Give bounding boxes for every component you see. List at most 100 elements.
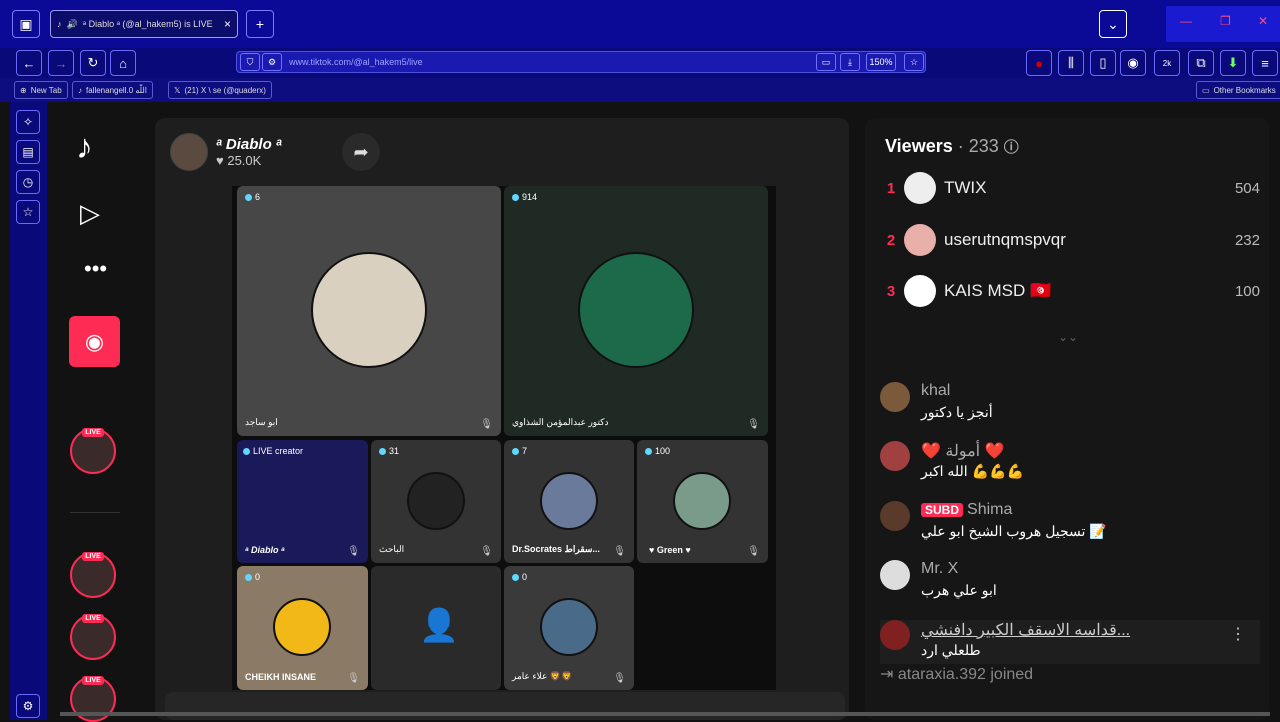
x-logo-icon: 𝕏 <box>174 85 181 95</box>
site-settings-icon[interactable]: ⚙ <box>262 53 282 71</box>
viewer-count: 0 <box>512 572 527 582</box>
maximize-icon[interactable]: ❐ <box>1220 14 1231 28</box>
guest-avatar <box>540 472 598 530</box>
chat-avatar <box>880 560 910 590</box>
expand-chevron-icon[interactable]: ⌄⌄ <box>1058 330 1078 344</box>
mic-muted-icon: 🎙 <box>747 546 760 557</box>
guest-cell-5[interactable]: 7 Dr.Socrates سقراط... 🎙 <box>504 440 634 563</box>
viewer-name: userutnqmspvqr <box>944 230 1066 249</box>
guest-cell-7[interactable]: 0 CHEIKH INSANE 🎙 <box>237 566 368 690</box>
guest-name: CHEIKH INSANE <box>245 672 317 682</box>
viewer-score: 232 <box>1234 231 1260 249</box>
guest-cell-empty[interactable]: 👤 <box>371 566 501 690</box>
guest-name: الباحث <box>379 544 405 554</box>
help-icon[interactable]: ⓘ <box>1004 139 1019 156</box>
settings-gear-icon[interactable]: ⚙ <box>16 694 40 718</box>
bookmark-x[interactable]: 𝕏 (21) X \ se (@quaderx) <box>168 81 272 99</box>
guest-avatar <box>407 472 465 530</box>
library-icon[interactable]: ⫼ <box>1058 50 1084 76</box>
close-tab-icon[interactable]: × <box>224 17 231 31</box>
zoom-level[interactable]: 150% <box>866 53 896 71</box>
more-icon[interactable]: ••• <box>84 256 107 282</box>
new-tab-button[interactable]: + <box>246 10 274 38</box>
reload-icon[interactable]: ↻ <box>80 50 106 76</box>
viewer-count: 0 <box>245 572 260 582</box>
picture-in-picture-icon[interactable]: ▭ <box>816 53 836 71</box>
folder-icon: ▭ <box>1202 85 1210 95</box>
host-avatar[interactable] <box>170 133 208 171</box>
guest-cell-3[interactable]: LIVE creator ᵃ Diablo ᵃ 🎙 <box>237 440 368 563</box>
viewer-rank: 3 <box>886 282 896 300</box>
viewer-avatar <box>904 172 936 204</box>
sidebar-toggle-icon[interactable]: ▯ <box>1090 50 1116 76</box>
bookmark-star-icon[interactable]: ☆ <box>904 53 924 71</box>
back-icon[interactable]: ← <box>16 50 42 76</box>
guest-cell-1[interactable]: 6 ابو ساجد 🎙 <box>237 186 501 436</box>
guest-avatar <box>540 598 598 656</box>
viewer-row[interactable]: 2 userutnqmspvqr 232 <box>880 220 1260 260</box>
bookmark-label: fallenangell.0 اللّه <box>86 85 147 95</box>
more-options-icon[interactable]: ⋮ <box>1230 624 1246 644</box>
ai-sparkle-icon[interactable]: ✧ <box>16 110 40 134</box>
other-bookmarks[interactable]: ▭ Other Bookmarks <box>1196 81 1280 99</box>
chat-avatar <box>880 441 910 471</box>
extensions-icon[interactable]: ⧉ <box>1188 50 1214 76</box>
bookmark-label: (21) X \ se (@quaderx) <box>184 85 266 95</box>
guest-avatar <box>673 472 731 530</box>
join-notice: ⇥ ataraxia.392 joined <box>880 664 1033 684</box>
minimize-icon[interactable]: — <box>1180 14 1192 28</box>
viewer-row[interactable]: 3 KAIS MSD 🇹🇳 100 <box>880 271 1260 311</box>
favorites-icon[interactable]: ☆ <box>16 200 40 224</box>
tab-manager-icon[interactable]: ▣ <box>12 10 40 38</box>
chat-message-hovered[interactable]: قداسه الاسقف الكبير دافنشي... طلعلي ارد … <box>880 620 1260 664</box>
active-tab[interactable]: ♪ 🔊 ᵃ Diablo ᵃ (@al_hakem5) is LIVE × <box>50 10 238 38</box>
tiktok-icon: ♪ <box>78 85 82 95</box>
chat-text: أنجز يا دكتور <box>921 404 993 420</box>
viewers-label: Viewers <box>885 136 953 156</box>
live-avatar-2[interactable]: LIVE <box>70 552 116 598</box>
close-window-icon[interactable]: ✕ <box>1258 14 1268 28</box>
guest-cell-2[interactable]: 914 دكتور عبدالمؤمن الشذاوي 🎙 <box>504 186 768 436</box>
live-avatar-1[interactable]: LIVE <box>70 428 116 474</box>
tab-list-chevron-icon[interactable]: ⌄ <box>1099 10 1127 38</box>
guest-name: ᵃ Diablo ᵃ <box>245 545 285 555</box>
chat-username: khal <box>921 382 951 399</box>
host-info[interactable]: ᵃ Diablo ᵃ ♥ 25.0K <box>170 130 282 174</box>
live-feed-icon[interactable]: ▷ <box>80 198 100 229</box>
bookmark-label: Other Bookmarks <box>1213 85 1276 95</box>
forward-icon[interactable]: → <box>48 50 74 76</box>
record-icon[interactable]: ● <box>1026 50 1052 76</box>
download-page-icon[interactable]: ⤓ <box>840 53 860 71</box>
horizontal-scrollbar[interactable] <box>60 712 1270 716</box>
speaker-icon[interactable]: 🔊 <box>67 19 78 30</box>
shield-icon[interactable]: ⛉ <box>240 53 260 71</box>
viewers-title: Viewers · 233 ⓘ <box>885 136 1019 157</box>
mic-muted-icon: 🎙 <box>613 673 626 684</box>
viewer-name: KAIS MSD 🇹🇳 <box>944 281 1052 300</box>
guest-name: دكتور عبدالمؤمن الشذاوي <box>512 417 609 427</box>
viewer-avatar <box>904 224 936 256</box>
bookmark-fallenangel[interactable]: ♪ fallenangell.0 اللّه <box>72 81 153 99</box>
guest-cell-6[interactable]: 100 ♥ Green ♥ 🎙 <box>637 440 768 563</box>
guest-avatar <box>273 598 331 656</box>
download-icon[interactable]: ⬇ <box>1220 50 1246 76</box>
extension-badge-icon[interactable]: 2k <box>1154 50 1180 76</box>
go-live-button[interactable]: ◉ <box>69 316 120 367</box>
chat-avatar <box>880 620 910 650</box>
join-user: ataraxia.392 <box>897 666 986 683</box>
tiktok-logo-icon[interactable]: ♪ <box>76 128 93 167</box>
history-icon[interactable]: ◷ <box>16 170 40 194</box>
home-icon[interactable]: ⌂ <box>110 50 136 76</box>
viewer-count: 7 <box>512 446 527 456</box>
chat-username: Mr. X <box>921 560 959 577</box>
live-avatar-3[interactable]: LIVE <box>70 614 116 660</box>
save-icon[interactable]: ▤ <box>16 140 40 164</box>
divider <box>70 512 120 513</box>
menu-icon[interactable]: ≡ <box>1252 50 1278 76</box>
viewer-row[interactable]: 1 TWIX 504 <box>880 168 1260 208</box>
account-icon[interactable]: ◉ <box>1120 50 1146 76</box>
guest-cell-4[interactable]: 31 الباحث 🎙 <box>371 440 501 563</box>
guest-cell-8[interactable]: 0 علاء عامر 🦁🦁 🎙 <box>504 566 634 690</box>
bookmark-new-tab[interactable]: ⊕ New Tab <box>14 81 68 99</box>
share-button[interactable]: ➦ <box>342 133 380 171</box>
